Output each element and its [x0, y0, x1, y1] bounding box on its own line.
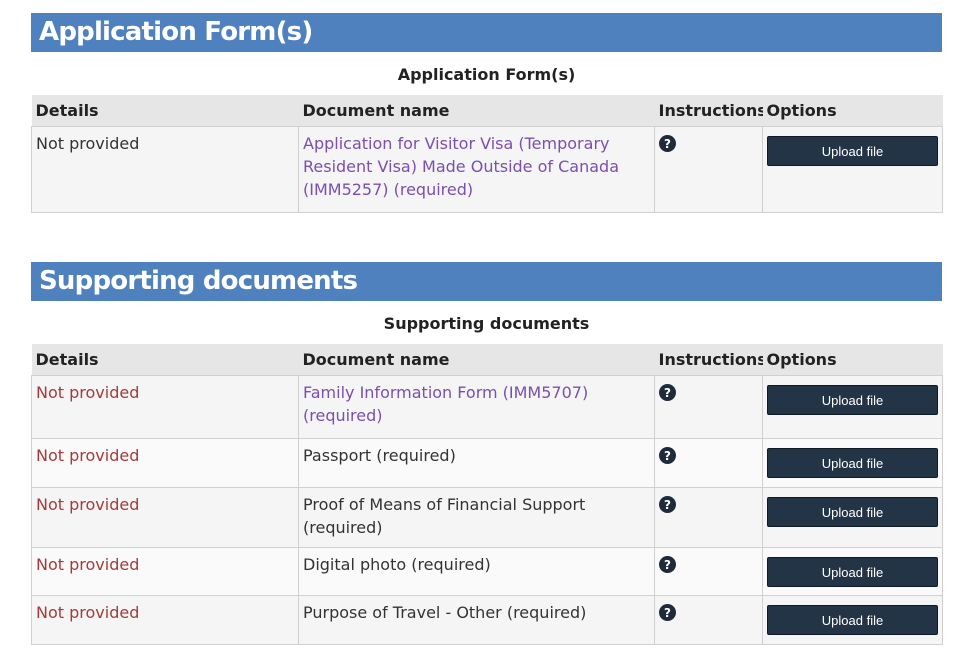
document-name: Proof of Means of Financial Support (req…	[298, 487, 655, 548]
upload-file-button[interactable]: Upload file	[767, 605, 938, 635]
column-header-instructions: Instructions	[654, 344, 763, 376]
question-circle-icon[interactable]: ?	[659, 384, 676, 401]
question-circle-icon[interactable]: ?	[659, 604, 676, 621]
status-text: Not provided	[31, 487, 299, 548]
table-row: Not provided Passport (required) ? Uploa…	[31, 438, 943, 488]
document-name: Digital photo (required)	[298, 547, 655, 596]
svg-text:?: ?	[664, 449, 671, 463]
upload-file-button[interactable]: Upload file	[767, 448, 938, 478]
table-header-row: Details Document name Instructions Optio…	[31, 344, 943, 376]
svg-text:?: ?	[664, 137, 671, 151]
application-forms-section: Application Form(s) Application Form(s) …	[31, 13, 943, 213]
column-header-options: Options	[762, 95, 943, 127]
table-caption: Supporting documents	[383, 314, 590, 333]
document-name: Purpose of Travel - Other (required)	[298, 595, 655, 645]
column-header-instructions: Instructions	[654, 95, 763, 127]
upload-file-button[interactable]: Upload file	[767, 385, 938, 415]
status-text: Not provided	[31, 126, 299, 213]
status-text: Not provided	[31, 547, 299, 596]
question-circle-icon[interactable]: ?	[659, 447, 676, 464]
table-header-row: Details Document name Instructions Optio…	[31, 95, 943, 127]
table-row: Not provided Family Information Form (IM…	[31, 375, 943, 439]
column-header-details: Details	[31, 95, 299, 127]
question-circle-icon[interactable]: ?	[659, 556, 676, 573]
section-heading: Supporting documents	[31, 262, 942, 301]
document-link-imm5257[interactable]: Application for Visitor Visa (Temporary …	[303, 134, 619, 199]
status-text: Not provided	[31, 375, 299, 439]
section-heading: Application Form(s)	[31, 13, 942, 52]
column-header-details: Details	[31, 344, 299, 376]
document-name: Passport (required)	[298, 438, 655, 488]
question-circle-icon[interactable]: ?	[659, 496, 676, 513]
upload-file-button[interactable]: Upload file	[767, 557, 938, 587]
upload-file-button[interactable]: Upload file	[767, 136, 938, 166]
application-forms-table: Details Document name Instructions Optio…	[31, 95, 943, 213]
column-header-document-name: Document name	[298, 95, 655, 127]
svg-text:?: ?	[664, 558, 671, 572]
svg-text:?: ?	[664, 606, 671, 620]
svg-text:?: ?	[664, 498, 671, 512]
supporting-documents-table: Details Document name Instructions Optio…	[31, 344, 943, 645]
svg-text:?: ?	[664, 386, 671, 400]
supporting-documents-section: Supporting documents Supporting document…	[31, 262, 943, 645]
column-header-document-name: Document name	[298, 344, 655, 376]
table-row: Not provided Digital photo (required) ? …	[31, 547, 943, 596]
column-header-options: Options	[762, 344, 943, 376]
table-row: Not provided Application for Visitor Vis…	[31, 126, 943, 213]
question-circle-icon[interactable]: ?	[659, 135, 676, 152]
document-link-imm5707[interactable]: Family Information Form (IMM5707) (requi…	[303, 383, 588, 425]
upload-file-button[interactable]: Upload file	[767, 497, 938, 527]
table-row: Not provided Purpose of Travel - Other (…	[31, 595, 943, 645]
table-caption: Application Form(s)	[397, 65, 576, 84]
table-row: Not provided Proof of Means of Financial…	[31, 487, 943, 548]
status-text: Not provided	[31, 595, 299, 645]
status-text: Not provided	[31, 438, 299, 488]
